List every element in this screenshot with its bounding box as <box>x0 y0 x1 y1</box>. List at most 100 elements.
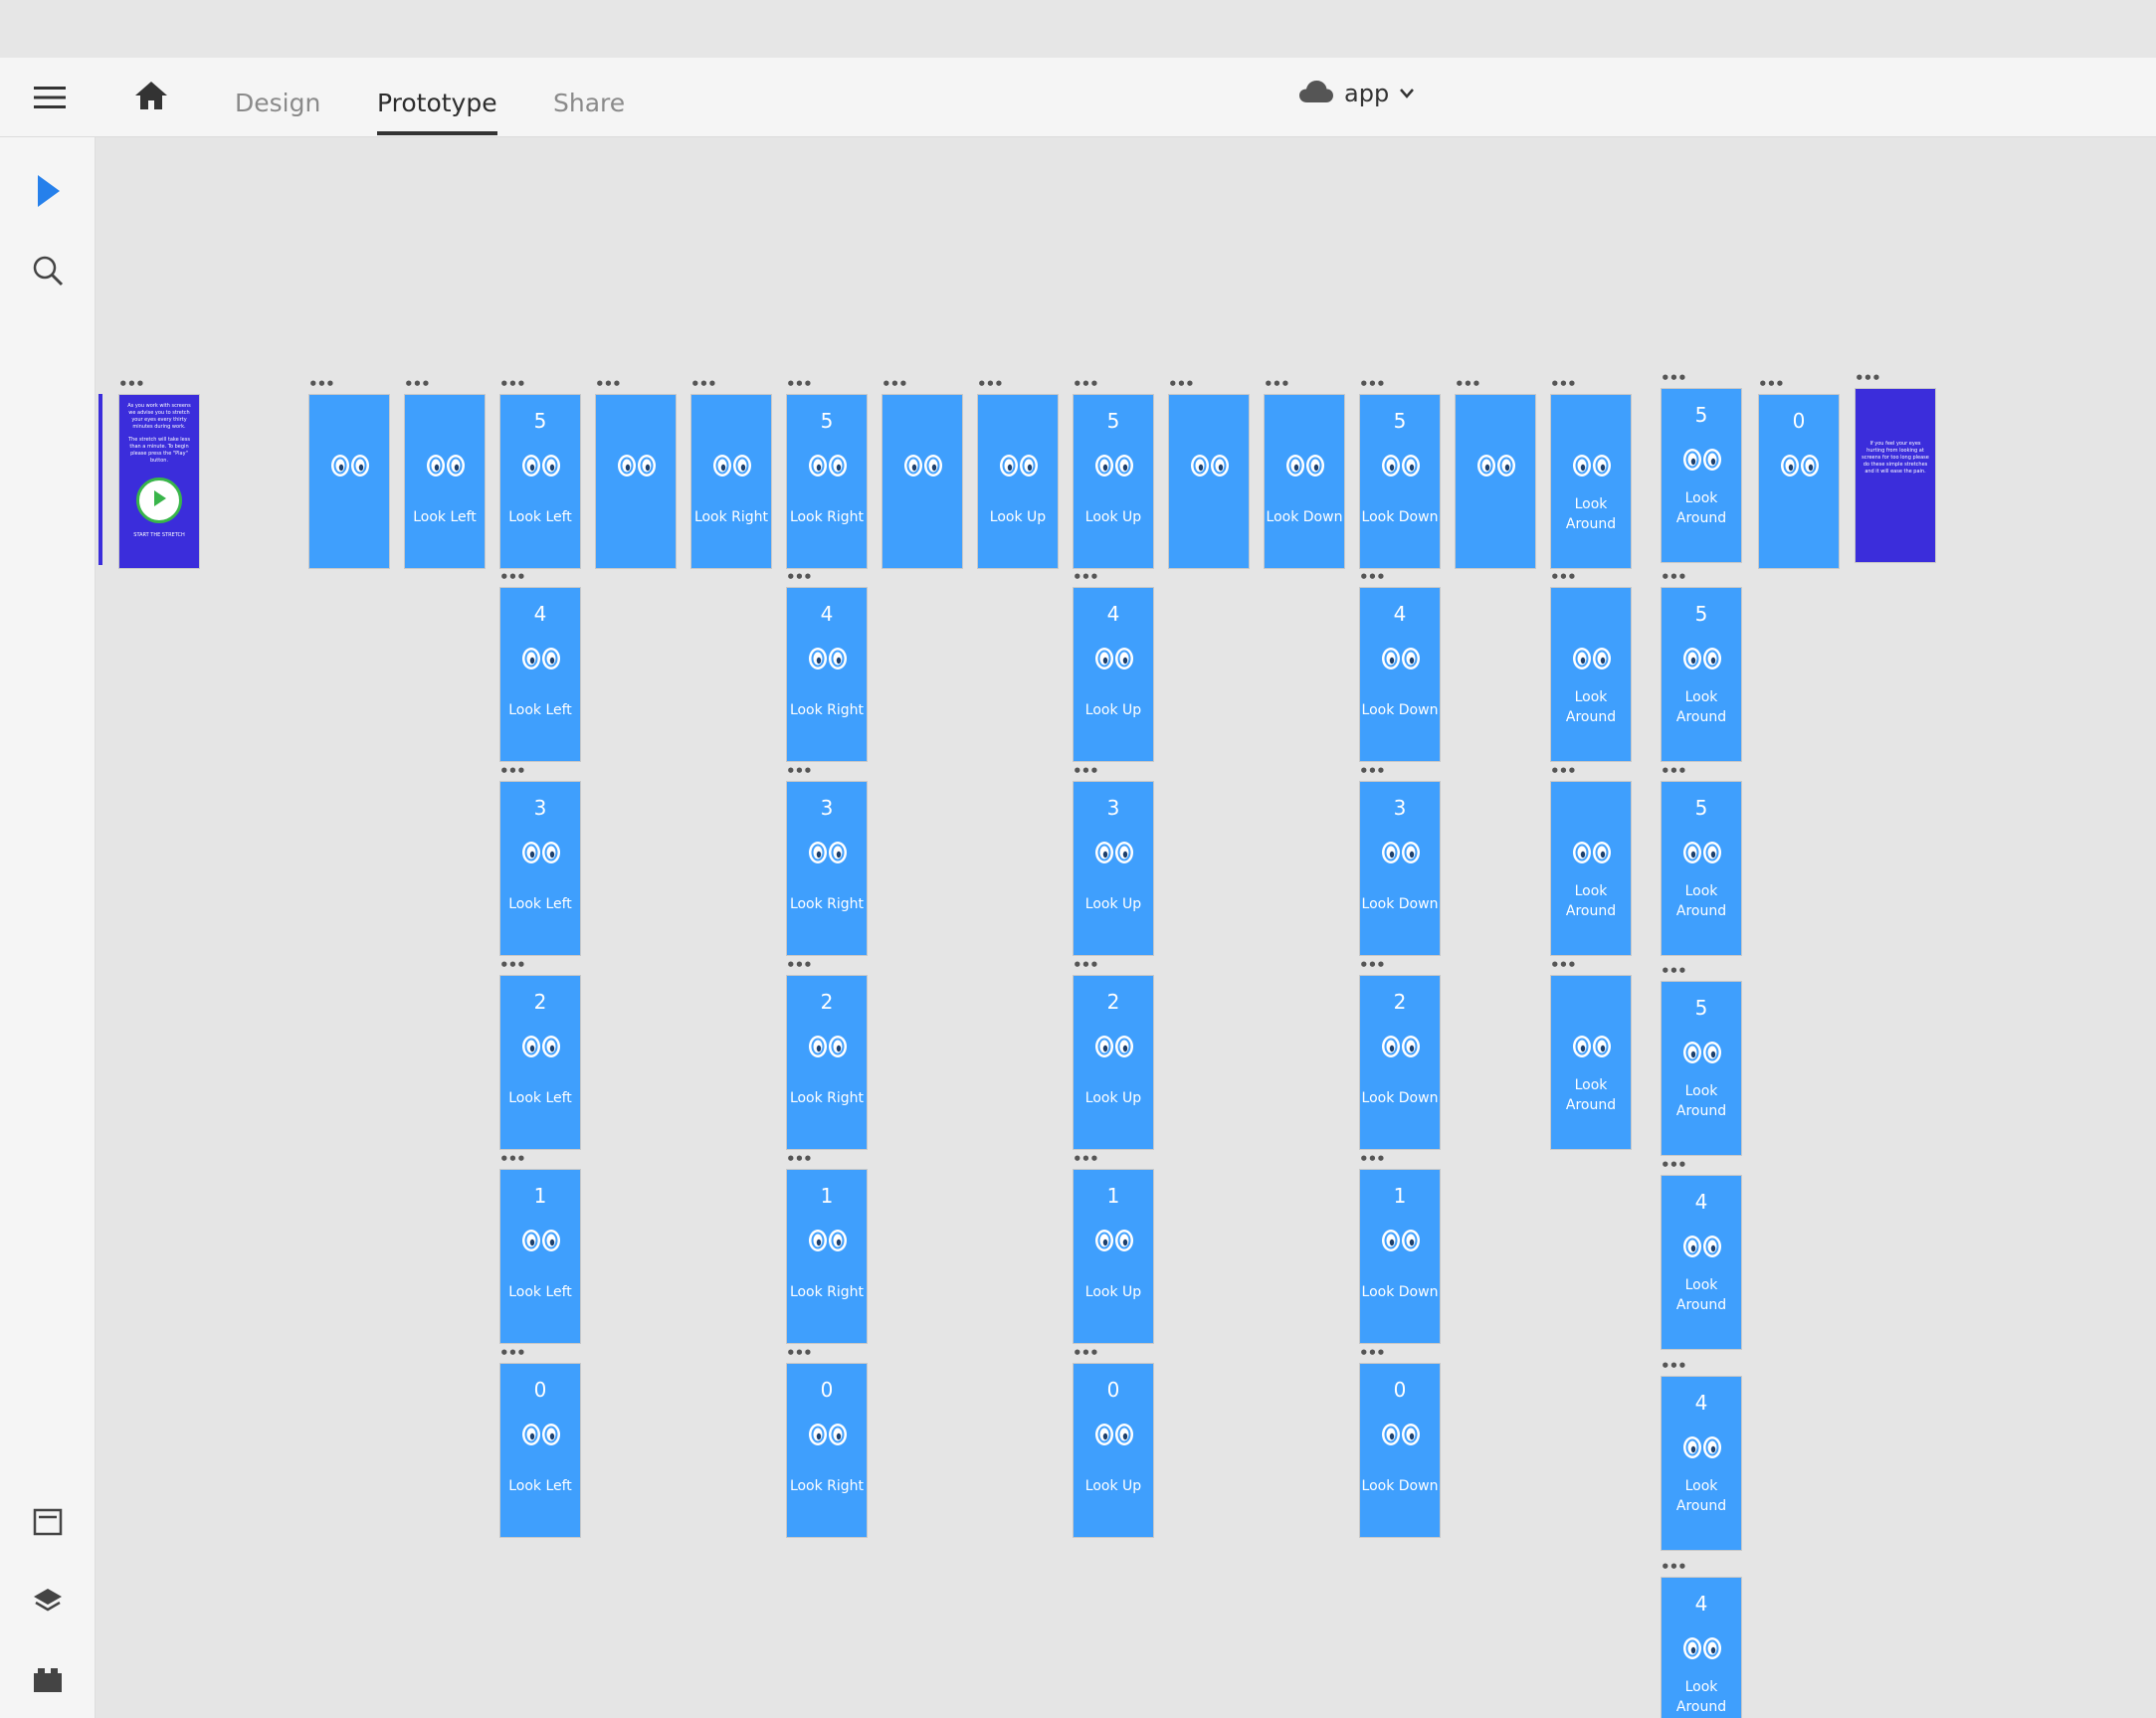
select-tool[interactable] <box>24 169 72 217</box>
artboard-frame[interactable]: 2 Look Left <box>499 975 581 1150</box>
document-switcher[interactable]: app <box>1298 80 1415 107</box>
artboard-frame[interactable]: Look Up <box>977 394 1059 569</box>
artboard-frame[interactable]: Look Left <box>404 394 486 569</box>
artboard-frame[interactable]: 4 Look Down <box>1359 587 1441 762</box>
artboard-more-icon[interactable]: ••• <box>1073 1346 1099 1361</box>
artboard-frame[interactable]: 4 Look Around <box>1661 1376 1742 1551</box>
artboard-canvas[interactable]: ••• As you work with screens we advise y… <box>96 137 2156 1718</box>
artboard-more-icon[interactable]: ••• <box>1359 1152 1386 1167</box>
artboard-frame[interactable]: Look Around <box>1550 394 1632 569</box>
artboard-more-icon[interactable]: ••• <box>1661 1158 1687 1173</box>
artboard-more-icon[interactable]: ••• <box>786 570 813 585</box>
artboard-frame[interactable]: Look Around <box>1550 587 1632 762</box>
chevron-down-icon[interactable] <box>1399 85 1415 103</box>
artboard-frame[interactable] <box>1455 394 1536 569</box>
artboard-more-icon[interactable]: ••• <box>595 377 622 392</box>
artboard-more-icon[interactable]: ••• <box>499 377 526 392</box>
artboard-more-icon[interactable]: ••• <box>1661 371 1687 386</box>
artboard-more-icon[interactable]: ••• <box>1550 570 1577 585</box>
artboard-frame[interactable]: 5 Look Right <box>786 394 868 569</box>
artboard-frame[interactable]: 0 Look Down <box>1359 1363 1441 1538</box>
artboard-more-icon[interactable]: ••• <box>1359 377 1386 392</box>
artboard-outro-frame[interactable]: If you feel your eyes hurting from looki… <box>1855 388 1936 563</box>
artboard-frame[interactable] <box>1168 394 1250 569</box>
artboard-more-icon[interactable]: ••• <box>1264 377 1290 392</box>
artboard-more-icon[interactable]: ••• <box>1855 371 1881 386</box>
artboard-frame[interactable]: 3 Look Right <box>786 781 868 956</box>
artboard-frame[interactable]: 5 Look Around <box>1661 388 1742 563</box>
layers-panel[interactable] <box>24 1580 72 1627</box>
artboard-more-icon[interactable]: ••• <box>1661 1560 1687 1575</box>
artboard-more-icon[interactable]: ••• <box>1550 377 1577 392</box>
artboard-more-icon[interactable]: ••• <box>786 377 813 392</box>
artboard-more-icon[interactable]: ••• <box>1073 958 1099 973</box>
artboard-frame[interactable]: 0 <box>1758 394 1840 569</box>
artboard-frame[interactable]: 2 Look Down <box>1359 975 1441 1150</box>
artboard-frame[interactable]: 0 Look Left <box>499 1363 581 1538</box>
artboard-more-icon[interactable]: ••• <box>1073 1152 1099 1167</box>
artboard-frame[interactable] <box>595 394 677 569</box>
artboard-more-icon[interactable]: ••• <box>977 377 1004 392</box>
artboard-frame[interactable]: 5 Look Around <box>1661 981 1742 1156</box>
artboard-frame[interactable]: 5 Look Up <box>1073 394 1154 569</box>
artboard-frame[interactable]: 2 Look Up <box>1073 975 1154 1150</box>
artboard-frame[interactable]: 5 Look Around <box>1661 781 1742 956</box>
assets-panel[interactable] <box>24 1500 72 1548</box>
artboard-more-icon[interactable]: ••• <box>1073 570 1099 585</box>
tab-design[interactable]: Design <box>235 86 320 135</box>
artboard-more-icon[interactable]: ••• <box>1073 377 1099 392</box>
artboard-more-icon[interactable]: ••• <box>404 377 431 392</box>
artboard-more-icon[interactable]: ••• <box>499 1346 526 1361</box>
artboard-frame[interactable]: Look Around <box>1550 781 1632 956</box>
artboard-frame[interactable]: 1 Look Up <box>1073 1169 1154 1344</box>
artboard-frame[interactable]: 4 Look Right <box>786 587 868 762</box>
artboard-more-icon[interactable]: ••• <box>786 958 813 973</box>
artboard-more-icon[interactable]: ••• <box>882 377 908 392</box>
artboard-frame[interactable]: 4 Look Left <box>499 587 581 762</box>
artboard-more-icon[interactable]: ••• <box>499 764 526 779</box>
artboard-more-icon[interactable]: ••• <box>499 570 526 585</box>
artboard-frame[interactable]: 5 Look Left <box>499 394 581 569</box>
artboard-frame[interactable]: 3 Look Left <box>499 781 581 956</box>
artboard-frame[interactable] <box>308 394 390 569</box>
play-button[interactable] <box>136 477 182 523</box>
artboard-frame[interactable]: 1 Look Right <box>786 1169 868 1344</box>
tab-share[interactable]: Share <box>553 86 625 135</box>
artboard-frame[interactable]: Look Down <box>1264 394 1345 569</box>
artboard-more-icon[interactable]: ••• <box>1359 1346 1386 1361</box>
home-icon[interactable] <box>131 76 171 115</box>
artboard-more-icon[interactable]: ••• <box>1455 377 1481 392</box>
artboard-more-icon[interactable]: ••• <box>1758 377 1785 392</box>
artboard-frame[interactable]: 4 Look Around <box>1661 1175 1742 1350</box>
artboard-more-icon[interactable]: ••• <box>308 377 335 392</box>
artboard-more-icon[interactable]: ••• <box>1359 570 1386 585</box>
artboard-frame[interactable]: Look Around <box>1550 975 1632 1150</box>
zoom-tool[interactable] <box>24 249 72 296</box>
artboard-more-icon[interactable]: ••• <box>786 1346 813 1361</box>
artboard-more-icon[interactable]: ••• <box>1550 958 1577 973</box>
tab-prototype[interactable]: Prototype <box>377 86 497 135</box>
artboard-frame[interactable]: 3 Look Up <box>1073 781 1154 956</box>
artboard-more-icon[interactable]: ••• <box>499 958 526 973</box>
artboard-frame[interactable]: 1 Look Left <box>499 1169 581 1344</box>
artboard-frame[interactable] <box>882 394 963 569</box>
artboard-intro-frame[interactable]: As you work with screens we advise you t… <box>118 394 200 569</box>
artboard-more-icon[interactable]: ••• <box>1359 958 1386 973</box>
artboard-more-icon[interactable]: ••• <box>1550 764 1577 779</box>
artboard-frame[interactable]: 4 Look Around <box>1661 1577 1742 1718</box>
artboard-more-icon[interactable]: ••• <box>1073 764 1099 779</box>
artboard-more-icon[interactable]: ••• <box>786 764 813 779</box>
artboard-more-icon[interactable]: ••• <box>786 1152 813 1167</box>
artboard-frame[interactable]: 2 Look Right <box>786 975 868 1150</box>
artboard-more-icon[interactable]: ••• <box>1661 764 1687 779</box>
artboard-more-icon[interactable]: ••• <box>118 377 145 392</box>
artboard-frame[interactable]: 1 Look Down <box>1359 1169 1441 1344</box>
artboard-more-icon[interactable]: ••• <box>1661 1359 1687 1374</box>
artboard-frame[interactable]: 4 Look Up <box>1073 587 1154 762</box>
hamburger-menu-icon[interactable] <box>30 78 70 117</box>
artboard-more-icon[interactable]: ••• <box>499 1152 526 1167</box>
artboard-frame[interactable]: 5 Look Around <box>1661 587 1742 762</box>
artboard-more-icon[interactable]: ••• <box>690 377 717 392</box>
artboard-frame[interactable]: 0 Look Right <box>786 1363 868 1538</box>
plugins-panel[interactable] <box>24 1657 72 1705</box>
